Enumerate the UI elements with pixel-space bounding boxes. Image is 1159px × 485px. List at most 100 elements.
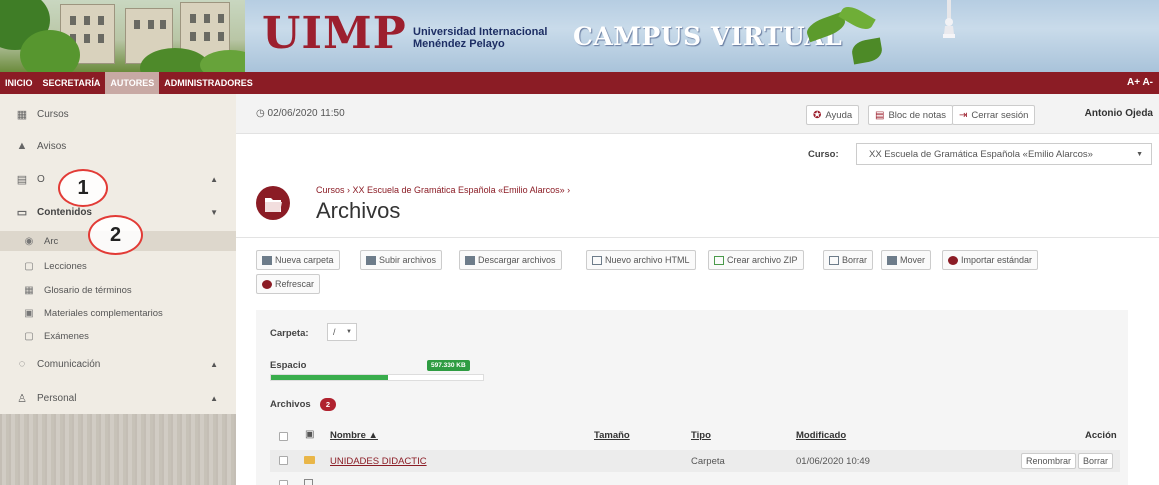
logout-button[interactable]: ⇥ Cerrar sesión (952, 105, 1036, 125)
sidebar-item-materiales[interactable]: ▣ Materiales complementarios (0, 303, 236, 323)
main-navbar: INICIO SECRETARÍA AUTORES ADMINISTRADORE… (0, 72, 1159, 94)
nav-administradores[interactable]: ADMINISTRADORES (159, 72, 258, 94)
annotation-marker-1: 1 (58, 169, 108, 207)
sidebar-item-label: Comunicación (37, 358, 101, 370)
delete-icon (829, 255, 839, 265)
file-type-icon: ▣ (305, 429, 315, 440)
table-row[interactable] (270, 474, 1120, 485)
course-select[interactable]: XX Escuela de Gramática Española «Emilio… (856, 143, 1152, 165)
uimp-logo[interactable]: UIMP (262, 12, 407, 56)
sidebar-item-comunicacion[interactable]: ◌ Comunicación ▲ (0, 349, 236, 379)
upload-files-button[interactable]: Subir archivos (360, 250, 443, 270)
rename-button[interactable]: Renombrar (1021, 453, 1077, 469)
column-header-size[interactable]: Tamaño (594, 430, 630, 441)
notepad-icon: ▤ (875, 109, 885, 121)
column-header-action: Acción (1085, 430, 1117, 441)
column-header-modified[interactable]: Modificado (796, 430, 846, 441)
sidebar-item-examenes[interactable]: ▢ Exámenes (0, 326, 236, 346)
new-folder-label: Nueva carpeta (275, 255, 334, 265)
help-button[interactable]: ✪ Ayuda (806, 105, 860, 125)
folder-icon (304, 456, 315, 464)
notepad-button[interactable]: ▤ Bloc de notas (868, 105, 954, 125)
chevron-down-icon[interactable]: ▼ (210, 208, 218, 217)
chevron-down-icon: ▼ (1136, 150, 1143, 158)
university-name-line2: Menéndez Pelayo (413, 38, 505, 50)
help-label: Ayuda (825, 109, 853, 121)
notepad-label: Bloc de notas (888, 109, 947, 121)
palm-decoration (838, 2, 876, 34)
sidebar-item-label: Exámenes (44, 330, 89, 342)
import-label: Importar estándar (961, 255, 1033, 265)
folder-select[interactable]: / ▼ (327, 323, 357, 341)
chat-icon: ◌ (18, 358, 26, 370)
create-zip-label: Crear archivo ZIP (727, 255, 798, 265)
chess-pawn-icon (943, 0, 955, 38)
table-row[interactable]: UNIDADES DIDACTIC Carpeta 01/06/2020 10:… (270, 450, 1120, 472)
delete-label: Borrar (842, 255, 868, 265)
site-banner: UIMP Universidad Internacional Menéndez … (0, 0, 1159, 72)
row-checkbox[interactable] (279, 480, 288, 485)
table-header-row: ▣ Nombre ▲ Tamaño Tipo Modificado Acción (270, 424, 1120, 446)
font-size-controls[interactable]: A+ A- (1127, 72, 1153, 94)
sidebar-item-label: O (37, 173, 45, 185)
course-bar: Curso: XX Escuela de Gramática Española … (236, 135, 1159, 173)
sidebar-item-glosario[interactable]: ▦ Glosario de términos (0, 280, 236, 300)
sidebar-item-organizacion[interactable]: ▤ O ▲ (0, 164, 236, 194)
sidebar-item-lecciones[interactable]: ▢ Lecciones (0, 256, 236, 276)
user-name[interactable]: Antonio Ojeda (1085, 94, 1153, 134)
zip-icon (714, 255, 724, 265)
nav-autores[interactable]: AUTORES (105, 72, 160, 94)
move-label: Mover (900, 255, 926, 265)
sidebar-item-label: Cursos (37, 108, 69, 120)
page-header: Cursos › XX Escuela de Gramática Español… (236, 174, 1159, 238)
files-label: Archivos (270, 399, 311, 410)
chevron-down-icon: ▼ (346, 329, 352, 335)
chevron-up-icon[interactable]: ▲ (210, 175, 218, 184)
refresh-icon (262, 279, 272, 289)
file-name-link[interactable]: UNIDADES DIDACTIC (330, 456, 427, 467)
notices-icon: ▲ (16, 140, 28, 152)
chevron-up-icon[interactable]: ▲ (210, 360, 218, 369)
logout-icon: ⇥ (959, 109, 968, 121)
sidebar-item-label: Lecciones (44, 260, 87, 272)
row-delete-button[interactable]: Borrar (1078, 453, 1114, 469)
import-standard-button[interactable]: Importar estándar (942, 250, 1039, 270)
user-icon: ♙ (17, 392, 27, 405)
refresh-button[interactable]: Refrescar (256, 274, 321, 294)
new-html-file-button[interactable]: Nuevo archivo HTML (586, 250, 696, 270)
datetime-value: 02/06/2020 11:50 (267, 108, 345, 119)
sidebar-item-avisos[interactable]: ▲ Avisos (0, 131, 236, 161)
new-folder-button[interactable]: Nueva carpeta (256, 250, 340, 270)
nav-inicio[interactable]: INICIO (0, 72, 38, 94)
sidebar-item-label: Avisos (37, 140, 67, 152)
campus-virtual-title: CAMPUS VIRTUAL (573, 22, 843, 51)
delete-button[interactable]: Borrar (823, 250, 874, 270)
university-name-line1: Universidad Internacional (413, 26, 548, 38)
archive-icon: ◉ (24, 235, 34, 247)
folder-label: Carpeta: (270, 328, 309, 339)
column-header-type[interactable]: Tipo (691, 430, 711, 441)
sidebar-item-personal[interactable]: ♙ Personal ▲ (0, 383, 236, 413)
sidebar-item-cursos[interactable]: ▦ Cursos (0, 99, 236, 129)
move-button[interactable]: Mover (881, 250, 932, 270)
folder-icon (256, 186, 290, 220)
nav-secretaria[interactable]: SECRETARÍA (38, 72, 106, 94)
courses-icon: ▦ (16, 108, 28, 121)
create-zip-button[interactable]: Crear archivo ZIP (708, 250, 804, 270)
chevron-up-icon[interactable]: ▲ (210, 394, 218, 403)
download-files-button[interactable]: Descargar archivos (459, 250, 562, 270)
sidebar: ▦ Cursos ▲ Avisos ▤ O ▲ ▭ Contenidos ▼ ◉… (0, 94, 236, 485)
breadcrumb[interactable]: Cursos › XX Escuela de Gramática Español… (316, 185, 570, 195)
space-used-badge: 597.330 KB (427, 360, 470, 371)
row-checkbox[interactable] (279, 456, 288, 465)
clock-icon: ◷ (256, 108, 268, 119)
space-progress-bar (270, 374, 484, 381)
annotation-marker-2: 2 (88, 215, 143, 255)
select-all-checkbox[interactable] (279, 432, 288, 441)
course-label: Curso: (808, 149, 839, 160)
top-toolbar: ◷ 02/06/2020 11:50 ✪ Ayuda ▤ Bloc de notas… (236, 94, 1159, 134)
sidebar-item-label: Contenidos (37, 206, 92, 218)
column-header-name[interactable]: Nombre ▲ (330, 430, 378, 441)
move-icon (887, 255, 897, 265)
book-icon: ▭ (16, 206, 28, 219)
